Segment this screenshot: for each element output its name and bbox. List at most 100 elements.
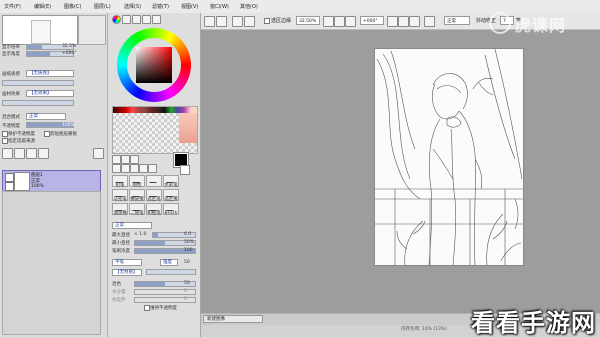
tool-select-pen[interactable]: 选区笔 (146, 189, 162, 202)
paper-effect-slider[interactable] (2, 100, 74, 106)
copy-layer-icon[interactable] (26, 148, 37, 159)
mix-label: 混色 (112, 282, 121, 287)
brush-shape-select[interactable]: 平笔 (112, 259, 142, 266)
brush-texture-select[interactable]: 【无材质】 (112, 269, 142, 276)
tool-watercolor[interactable]: 水彩笔 (163, 175, 179, 188)
lock-icon[interactable] (5, 182, 14, 191)
invert-selection-icon[interactable] (244, 16, 255, 27)
tool-custom-brush[interactable]: Brush (163, 203, 179, 216)
delete-layer-icon[interactable] (93, 148, 104, 159)
redo-icon[interactable] (216, 16, 227, 27)
blend-mode-select[interactable]: 正常 (444, 16, 470, 25)
max-size-multiplier[interactable]: × 1.0 (134, 232, 146, 237)
rotate-reset-icon[interactable] (409, 16, 420, 27)
zoom-field[interactable]: 32.50% (296, 16, 320, 25)
hsv-slider-mode-icon[interactable] (132, 15, 141, 24)
navigator-rotate-value: +000° (62, 51, 77, 56)
navigator-thumbnail[interactable] (2, 15, 78, 45)
tool-label: 选区擦 (164, 197, 178, 202)
drawing-canvas[interactable] (374, 48, 524, 266)
brush-shape-strength-label[interactable]: 强度 (160, 259, 178, 266)
rotate-icon[interactable] (130, 164, 139, 173)
new-layer-icon[interactable] (2, 148, 13, 159)
blend-mode-select[interactable]: 正常 (26, 113, 66, 120)
color-wheel-mode-icon[interactable] (112, 15, 121, 24)
color-extend-label: 色延伸 (112, 298, 126, 303)
tool-airbrush[interactable]: 喷枪 (129, 175, 145, 188)
brush-shape-strength-value: 50 (184, 260, 190, 265)
lasso-icon[interactable] (121, 155, 130, 164)
tool-eraser[interactable]: 橡皮擦 (129, 189, 145, 202)
menu-image[interactable]: 图像(C) (64, 3, 81, 10)
rotate-left-icon[interactable] (387, 16, 398, 27)
saturation-value-square[interactable] (136, 47, 172, 83)
navigator-zoom-value: 32.5% (62, 44, 77, 49)
paper-effect-select[interactable]: 【无效果】 (26, 90, 74, 97)
rotate-field[interactable]: +000° (360, 16, 384, 25)
hukewang-watermark: 虎课网 (489, 10, 594, 36)
swatch-grid[interactable] (112, 106, 198, 154)
magic-wand-icon[interactable] (130, 155, 139, 164)
tool-select-eraser[interactable]: 选区擦 (163, 189, 179, 202)
tool-label: 喷枪 (132, 183, 142, 188)
menu-file[interactable]: 文件(F) (4, 3, 21, 10)
document-tab[interactable]: 新建图像 (203, 315, 263, 323)
zoom-out-icon[interactable] (334, 16, 345, 27)
eyedropper-icon[interactable] (148, 164, 157, 173)
menu-filter[interactable]: 滤镜(T) (152, 3, 169, 10)
flip-icon[interactable] (424, 16, 435, 27)
menu-window[interactable]: 窗口(W) (210, 3, 229, 10)
tool-marker[interactable]: 马克笔 (112, 189, 128, 202)
brush-icon (149, 177, 160, 183)
new-folder-icon[interactable] (14, 148, 25, 159)
zoom-icon[interactable] (121, 164, 130, 173)
secondary-color-swatch[interactable] (180, 165, 190, 175)
brush-texture-slider[interactable] (146, 269, 196, 275)
merge-layer-icon[interactable] (38, 148, 49, 159)
zoom-reset-icon[interactable] (345, 16, 356, 27)
navigator-zoom-label: 显示倍率 (2, 45, 20, 50)
menu-select[interactable]: 选择(S) (124, 3, 141, 10)
keep-opacity-label: 维持不透明度 (150, 306, 177, 311)
eye-icon[interactable] (5, 173, 14, 182)
swatch-mode-icon[interactable] (152, 15, 161, 24)
tool-binary-pen[interactable]: 二值笔 (129, 203, 145, 216)
mixer-mode-icon[interactable] (142, 15, 151, 24)
zoom-in-icon[interactable] (323, 16, 334, 27)
selection-edge-label: 选区边缘 (271, 18, 292, 24)
tool-label: 水彩笔 (164, 183, 178, 188)
menu-view[interactable]: 视图(V) (181, 3, 198, 10)
select-source-label: 指定选取来源 (8, 139, 35, 144)
min-size-value: 50% (184, 240, 195, 245)
rotate-right-icon[interactable] (398, 16, 409, 27)
tool-pencil[interactable]: 铅笔 (112, 175, 128, 188)
tool-washi-pen[interactable]: 和纸笔 (146, 203, 162, 216)
left-panel: 显示倍率 32.5% 显示角度 +000° 画纸质感 【无质感】 画材效果 【无… (0, 13, 108, 337)
deselect-icon[interactable] (232, 16, 243, 27)
paper-texture-slider[interactable] (2, 80, 74, 86)
tool-panel: 铅笔 喷枪 水彩笔 马克笔 橡皮擦 选区笔 选区擦 油漆桶 二值笔 和纸笔 Br… (108, 13, 201, 337)
menu-other[interactable]: 其他(O) (240, 3, 258, 10)
undo-icon[interactable] (204, 16, 215, 27)
clip-group-label: 剪贴图层蒙板 (50, 132, 77, 137)
brush-mode-select[interactable]: 正常 (112, 222, 152, 229)
skin-swatches[interactable] (179, 113, 197, 143)
rgb-slider-mode-icon[interactable] (122, 15, 131, 24)
move-icon[interactable] (112, 164, 121, 173)
selection-edge-checkbox[interactable] (264, 18, 270, 24)
kankan-watermark: 看看手游网 (471, 309, 596, 337)
line-art-drawing (375, 48, 523, 266)
layer-row[interactable]: 图层1 正常 100% (2, 170, 101, 192)
color-wheel[interactable] (117, 28, 191, 102)
menu-edit[interactable]: 编辑(E) (34, 3, 51, 10)
tool-bucket[interactable]: 油漆桶 (112, 203, 128, 216)
tool-label: 铅笔 (115, 183, 125, 188)
paper-texture-label: 画纸质感 (2, 72, 20, 77)
rect-select-icon[interactable] (112, 155, 121, 164)
opacity-value: 100% (62, 123, 75, 128)
menu-layer[interactable]: 图层(L) (94, 3, 111, 10)
hand-icon[interactable] (139, 164, 148, 173)
paper-texture-select[interactable]: 【无质感】 (26, 70, 74, 77)
blend-mode-label: 混合模式 (2, 115, 20, 120)
tool-brush[interactable] (146, 175, 162, 187)
